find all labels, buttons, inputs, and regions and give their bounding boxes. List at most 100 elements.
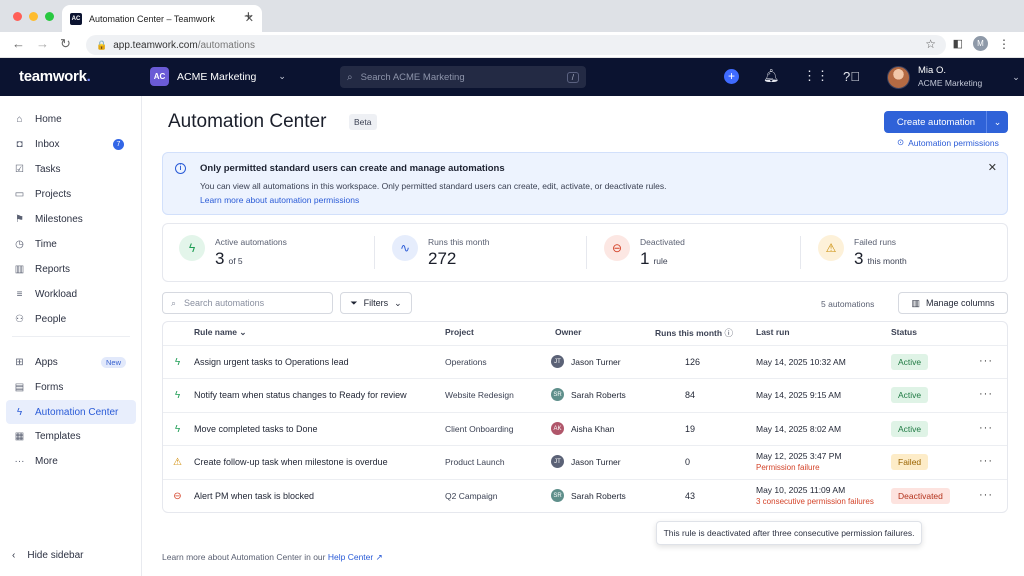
help-center-link[interactable]: Help Center (328, 552, 373, 562)
banner-body: You can view all automations in this wor… (200, 181, 667, 191)
last-run: May 14, 2025 10:32 AM (756, 357, 846, 367)
close-window-button[interactable] (13, 12, 22, 21)
row-actions-icon[interactable]: ··· (979, 422, 993, 434)
browser-tab-bar: AC Automation Center – Teamwork ✕ + (0, 0, 1024, 32)
new-badge: New (100, 356, 126, 368)
browser-tab[interactable]: AC Automation Center – Teamwork ✕ (62, 5, 262, 32)
hide-sidebar-button[interactable]: ‹ Hide sidebar (12, 550, 84, 561)
status-badge: Failed (891, 454, 929, 470)
minimize-window-button[interactable] (29, 12, 38, 21)
search-shortcut: / (566, 71, 579, 83)
row-actions-icon[interactable]: ··· (979, 489, 993, 501)
info-icon[interactable]: ⓘ (724, 328, 733, 338)
sidebar-item-forms[interactable]: ▤ Forms (6, 376, 136, 398)
search-automations-input[interactable]: ⌕ Search automations (162, 292, 333, 314)
banner-title: Only permitted standard users can create… (200, 163, 505, 174)
sidebar-item-templates[interactable]: ▦ Templates (6, 425, 136, 447)
chevron-down-icon: ⌄ (394, 297, 402, 308)
bookmark-star-icon[interactable]: ☆ (925, 37, 936, 51)
stat-runs: ∿ Runs this month 272 (392, 235, 489, 269)
bell-icon[interactable]: 🔔︎ (763, 68, 780, 84)
footer-text: Learn more about Automation Center in ou… (162, 552, 383, 562)
profile-avatar[interactable]: M (973, 36, 988, 51)
back-icon[interactable]: ← (12, 36, 25, 51)
sidebar-item-reports[interactable]: ▥ Reports (6, 258, 136, 280)
milestones-icon: ⚑ (15, 213, 24, 225)
global-search-input[interactable]: ⌕ Search ACME Marketing / (340, 66, 586, 88)
banner-learn-more-link[interactable]: Learn more about automation permissions (200, 195, 359, 205)
rule-name[interactable]: Assign urgent tasks to Operations lead (194, 357, 349, 367)
filters-button[interactable]: ⏷ Filters ⌄ (340, 292, 412, 314)
browser-menu-icon[interactable]: ⋮ (998, 37, 1010, 51)
rule-name[interactable]: Move completed tasks to Done (194, 424, 318, 434)
external-link-icon: ↗ (375, 552, 383, 562)
row-actions-icon[interactable]: ··· (979, 388, 993, 400)
reload-icon[interactable]: ↻ (60, 36, 71, 52)
sort-icon: ⌄ (239, 327, 247, 337)
apps-icon: ⊞ (15, 356, 24, 368)
row-actions-icon[interactable]: ··· (979, 355, 993, 367)
lightning-icon: ϟ (174, 390, 181, 401)
app-grid-icon[interactable]: ⋮⋮ (803, 68, 829, 84)
sidebar-item-more[interactable]: ··· More (6, 450, 136, 472)
info-icon: i (175, 163, 186, 174)
projects-icon: ▭ (14, 188, 25, 200)
project-name[interactable]: Website Redesign (445, 390, 514, 400)
sidebar-item-inbox[interactable]: ◘ Inbox 7 (6, 133, 136, 155)
column-header-rule[interactable]: Rule name ⌄ (194, 327, 247, 338)
sidebar-item-projects[interactable]: ▭ Projects (6, 183, 136, 205)
create-automation-button[interactable]: Create automation ⌄ (884, 111, 1008, 133)
sidebar-item-time[interactable]: ◷ Time (6, 233, 136, 255)
inbox-count-badge: 7 (113, 138, 124, 150)
row-actions-icon[interactable]: ··· (979, 455, 993, 467)
url-host: app.teamwork.com (113, 39, 198, 51)
sidebar-toggle-icon[interactable]: ◧ (953, 37, 963, 50)
table-row[interactable]: ϟ Notify team when status changes to Read… (163, 378, 1007, 411)
project-name[interactable]: Operations (445, 357, 487, 367)
tab-title: Automation Center – Teamwork (89, 13, 215, 24)
table-row[interactable]: ⚠ Create follow-up task when milestone is… (163, 445, 1007, 478)
rule-name[interactable]: Notify team when status changes to Ready… (194, 390, 407, 400)
table-row[interactable]: ϟ Move completed tasks to Done Client Onbo… (163, 412, 1007, 445)
sidebar-item-milestones[interactable]: ⚑ Milestones (6, 208, 136, 230)
deactivated-tooltip: This rule is deactivated after three con… (656, 521, 922, 545)
automation-count: 5 automations (821, 299, 875, 309)
user-menu[interactable]: Mia O. ACME Marketing ⌄ (887, 65, 1020, 89)
owner-avatar: SR (551, 489, 564, 502)
lock-icon: 🔒 (96, 39, 108, 50)
sidebar-item-people[interactable]: ⚇ People (6, 308, 136, 330)
sidebar-item-workload[interactable]: ≡ Workload (6, 283, 136, 305)
last-run-error: Permission failure (756, 463, 820, 472)
close-icon[interactable]: ✕ (988, 161, 997, 174)
sidebar-item-home[interactable]: ⌂ Home (6, 108, 136, 130)
teamwork-logo[interactable]: teamwork. (19, 68, 91, 85)
sidebar-item-tasks[interactable]: ☑ Tasks (6, 158, 136, 180)
maximize-window-button[interactable] (45, 12, 54, 21)
table-row[interactable]: ϟ Assign urgent tasks to Operations lead O… (163, 345, 1007, 378)
project-name[interactable]: Product Launch (445, 457, 505, 467)
project-name[interactable]: Q2 Campaign (445, 491, 497, 501)
rule-name[interactable]: Create follow-up task when milestone is … (194, 457, 388, 467)
owner: JT Jason Turner (551, 455, 621, 468)
user-avatar (887, 65, 910, 89)
forward-icon[interactable]: → (36, 36, 49, 51)
new-tab-icon[interactable]: + (244, 8, 253, 25)
lightning-icon: ϟ (174, 424, 181, 435)
sidebar-item-automation-center[interactable]: ϟ Automation Center (6, 400, 136, 424)
automation-permissions-link[interactable]: ⊙ Automation permissions (897, 137, 999, 148)
url-field[interactable]: 🔒 app.teamwork.com/automations ☆ (86, 35, 946, 55)
rule-name[interactable]: Alert PM when task is blocked (194, 491, 314, 501)
warning-icon: ⚠ (818, 235, 844, 261)
owner: JT Jason Turner (551, 355, 621, 368)
user-name: Mia O. (918, 65, 946, 76)
chevron-down-icon[interactable]: ⌄ (986, 111, 1008, 133)
project-name[interactable]: Client Onboarding (445, 424, 514, 434)
quick-add-icon[interactable]: + (724, 68, 739, 84)
workspace-switcher[interactable]: AC ACME Marketing ⌄ (150, 67, 286, 86)
help-icon[interactable]: ?⃝ (843, 69, 860, 84)
manage-columns-button[interactable]: ▥ Manage columns (898, 292, 1008, 314)
lightning-icon: ϟ (16, 406, 23, 418)
sidebar-item-apps[interactable]: ⊞ Apps New (6, 351, 136, 373)
url-path: /automations (197, 39, 255, 51)
table-row[interactable]: ⊖ Alert PM when task is blocked Q2 Campaig… (163, 479, 1007, 512)
